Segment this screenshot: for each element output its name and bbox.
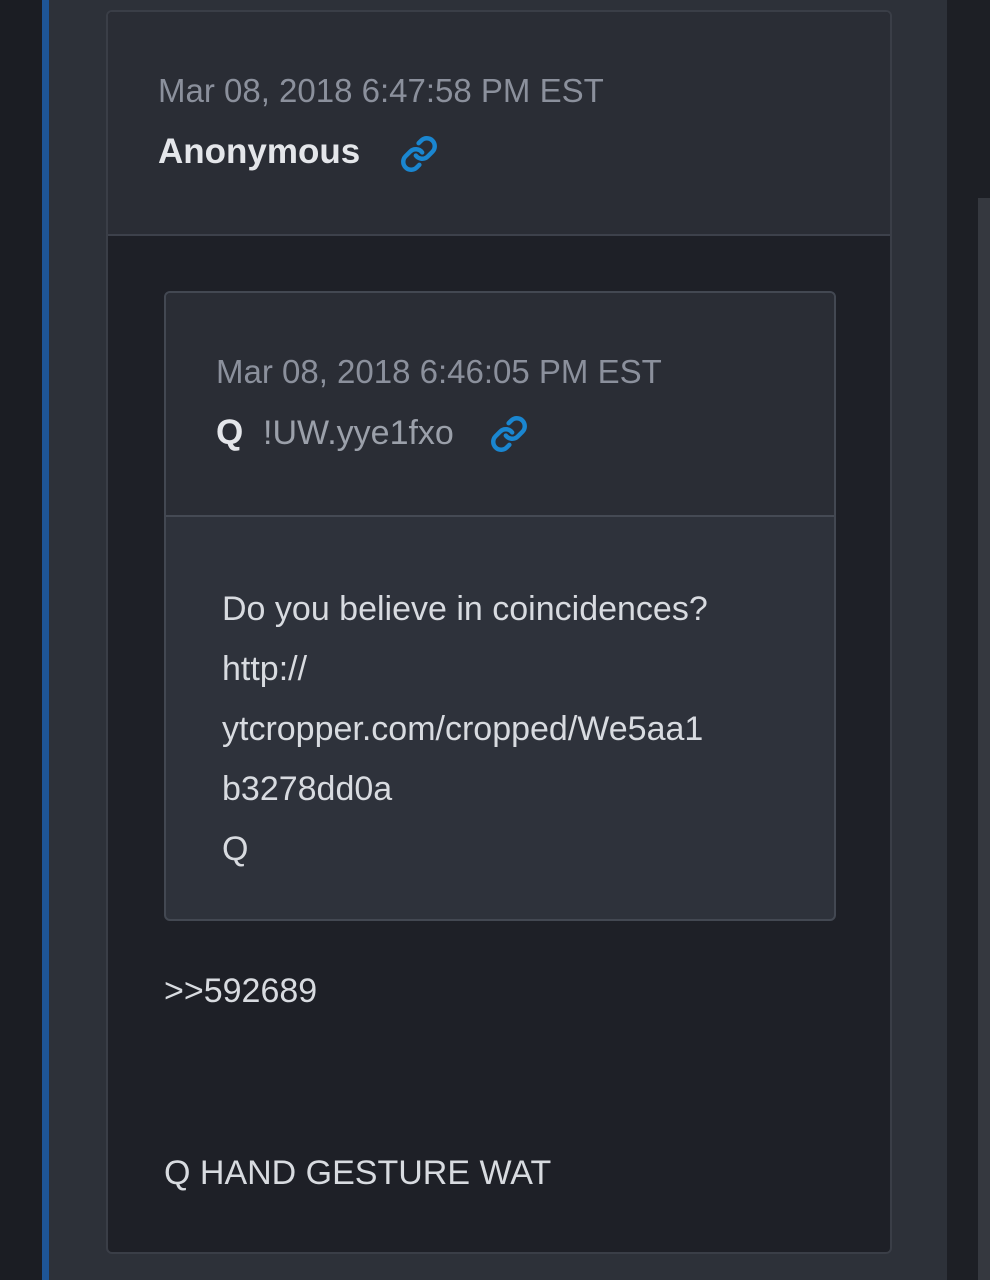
quoted-post-author: Q — [216, 413, 244, 452]
thread-accent-bar — [42, 0, 49, 1280]
post-author: Anonymous — [158, 132, 361, 171]
reply-reference-link[interactable]: >>592689 — [164, 972, 317, 1011]
post-message: Q HAND GESTURE WAT — [164, 1154, 552, 1192]
quoted-post-header: Mar 08, 2018 6:46:05 PM EST Q !UW.yye1fx… — [166, 293, 834, 517]
quoted-body-link[interactable]: b3278dd0a — [222, 759, 708, 819]
link-icon[interactable] — [400, 135, 438, 173]
quoted-body-link[interactable]: http:// — [222, 639, 708, 699]
quoted-body-link[interactable]: ytcropper.com/cropped/We5aa1 — [222, 699, 708, 759]
post-timestamp: Mar 08, 2018 6:47:58 PM EST — [158, 72, 604, 109]
quoted-body-signature: Q — [222, 830, 249, 868]
quoted-post-timestamp: Mar 08, 2018 6:46:05 PM EST — [216, 353, 662, 390]
post-header: Mar 08, 2018 6:47:58 PM EST Anonymous — [108, 12, 890, 236]
quoted-post-body: Do you believe in coincidences? http:// … — [222, 579, 708, 879]
link-icon[interactable] — [490, 415, 528, 453]
left-gutter — [0, 0, 42, 1280]
quoted-post-card: Mar 08, 2018 6:46:05 PM EST Q !UW.yye1fx… — [164, 291, 836, 921]
quoted-post-tripcode: !UW.yye1fxo — [263, 414, 454, 452]
post-card: Mar 08, 2018 6:47:58 PM EST Anonymous Ma… — [106, 10, 892, 1254]
scrollbar[interactable] — [978, 198, 990, 1280]
quoted-body-line: Do you believe in coincidences? — [222, 590, 708, 628]
